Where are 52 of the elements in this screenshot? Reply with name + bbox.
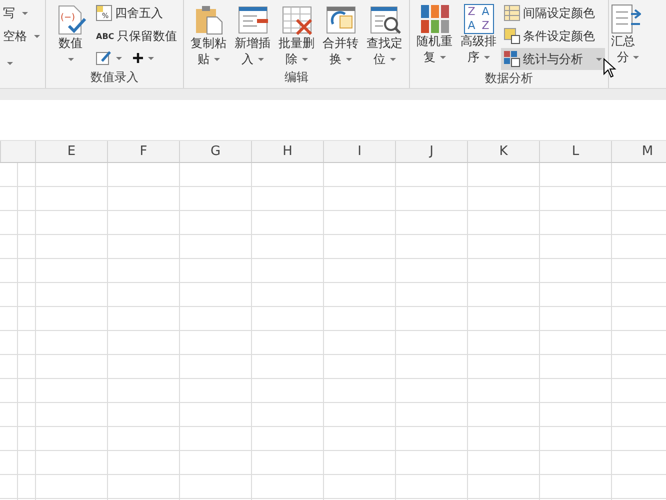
ribbon-menu-item[interactable]: 统计与分析 [501, 48, 605, 70]
sort-icon: Z A A Z [464, 4, 494, 34]
group-title: 数据分析 [485, 70, 533, 87]
ribbon-button[interactable]: Z A A Z 高级排 序 [457, 2, 500, 70]
highlight-cell-icon [504, 28, 520, 44]
ribbon-menu-item[interactable]: 条件设定颜色 [501, 25, 598, 47]
column-header[interactable]: F [107, 141, 179, 162]
ribbon-button[interactable]: 批量删 除 [275, 2, 318, 70]
caret-icon [258, 58, 264, 61]
caret-icon [440, 56, 446, 59]
column-header[interactable]: L [539, 141, 611, 162]
group-title: 编辑 [284, 69, 308, 86]
caret-icon [346, 58, 352, 61]
caret-icon [390, 58, 396, 61]
caret-icon [302, 58, 308, 61]
ribbon-button[interactable]: (−) 数值 [49, 2, 92, 69]
column-header[interactable]: J [395, 141, 467, 162]
column-header[interactable]: E [35, 141, 107, 162]
abc-icon: ABC [96, 32, 114, 40]
ribbon-menu-item[interactable]: ABC 只保留数值 [93, 25, 180, 47]
ribbon-button[interactable]: 随机重 复 [413, 2, 456, 70]
ribbon-button[interactable]: 新增插 入 [231, 2, 274, 70]
list-arrows-icon [611, 4, 641, 34]
ribbon-button[interactable]: 合并转 换 [319, 2, 362, 70]
caret-icon [68, 58, 74, 61]
column-header[interactable]: M [611, 141, 666, 162]
pencil-grid-icon [96, 50, 112, 66]
table-insert-icon [236, 4, 268, 36]
column-header[interactable]: K [467, 141, 539, 162]
icon-dropdown[interactable] [132, 52, 154, 64]
grid-icon [504, 5, 520, 21]
chart-table-icon [504, 51, 520, 67]
ribbon-menu-item[interactable]: 间隔设定颜色 [501, 2, 598, 24]
group-title: 数值录入 [90, 69, 138, 86]
plus-icon [132, 52, 144, 64]
caret-icon [22, 12, 28, 14]
ribbon-button[interactable]: 查找定 位 [363, 2, 406, 70]
colored-squares-icon [420, 4, 450, 34]
table-delete-icon [280, 4, 312, 36]
caret-icon [484, 56, 490, 59]
ribbon-button[interactable]: 复制粘 贴 [187, 2, 230, 70]
mouse-cursor-icon [603, 58, 617, 78]
column-header[interactable]: H [251, 141, 323, 162]
ribbon-menu-item[interactable]: 空格 [0, 25, 43, 47]
caret-icon [214, 58, 220, 61]
table-merge-icon [324, 4, 356, 36]
caret-icon [34, 34, 40, 38]
ribbon-menu-item[interactable]: 写 [0, 2, 43, 24]
column-header[interactable]: I [323, 141, 395, 162]
ribbon-button[interactable]: 汇总 分 [611, 2, 641, 68]
find-icon [368, 4, 400, 36]
column-header[interactable]: G [179, 141, 251, 162]
